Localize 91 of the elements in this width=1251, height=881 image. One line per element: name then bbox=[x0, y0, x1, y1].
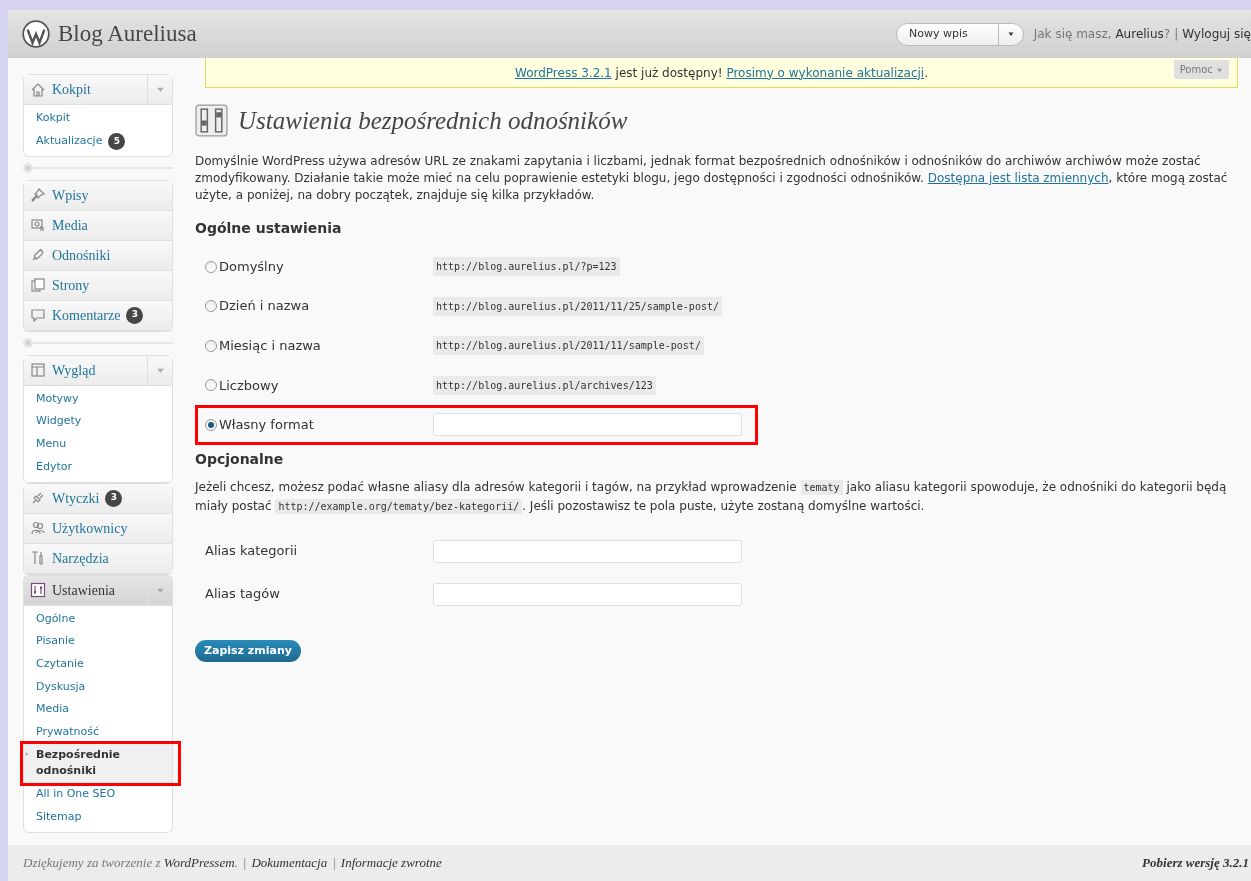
caret-icon bbox=[1006, 30, 1015, 38]
sidebar-nav-entry[interactable]: Odnośniki bbox=[24, 240, 172, 271]
separator: | bbox=[242, 854, 247, 873]
field-label: Alias tagów bbox=[205, 585, 281, 604]
section-heading: Ogólne ustawienia bbox=[195, 220, 343, 237]
submenu-item[interactable]: Dyskusja bbox=[24, 675, 172, 699]
collapse-button[interactable] bbox=[23, 337, 33, 348]
optional-paragraph: Jeżeli chcesz, możesz podać własne aliasy dla adresów kategorii i tagów, na przykład wprowadzenie tematy jako aliasu kategorii spowoduje, że odnośniki do kategorii będą miały postać http://example.org/tematy/bez-kategorii/ . Jeśli pozostawisz te pola puste, użyte zostaną domyślne wartości. bbox=[195, 478, 1228, 516]
option-label: Własny format bbox=[219, 416, 315, 435]
example-url: http://blog.aurelius.pl/archives/123 bbox=[433, 375, 656, 395]
submenu-item[interactable]: Kokpit bbox=[24, 107, 172, 130]
submenu-item[interactable]: Motywy bbox=[24, 387, 172, 411]
submenu-item[interactable]: Widgety bbox=[24, 410, 172, 434]
user-name[interactable]: Aurelius bbox=[1115, 27, 1164, 41]
logout-link[interactable]: Wyloguj się bbox=[1182, 27, 1251, 41]
option-label: Liczbowy bbox=[219, 376, 280, 395]
sidebar-nav-entry[interactable]: Media bbox=[24, 210, 172, 241]
logo-icon bbox=[22, 20, 50, 48]
option-label: Domyślny bbox=[219, 257, 285, 276]
submenu-item[interactable]: Bezpośrednie odnośniki bbox=[24, 743, 172, 784]
new-post-dropdown[interactable]: Nowy wpis bbox=[896, 22, 1024, 46]
sidebar-nav-entry[interactable]: Kokpit bbox=[24, 75, 172, 105]
submenu-item[interactable]: Edytor bbox=[24, 455, 172, 479]
users-icon bbox=[30, 520, 46, 536]
radio-button[interactable] bbox=[205, 300, 217, 313]
sidebar-nav-entry[interactable]: Wtyczki 3 bbox=[24, 483, 172, 514]
submenu-item[interactable]: Prywatność bbox=[24, 721, 172, 744]
update-link[interactable]: Pobierz wersję 3.2.1 bbox=[1142, 853, 1251, 873]
media-icon bbox=[30, 217, 46, 234]
sliders-icon bbox=[30, 582, 46, 598]
submenu-item[interactable]: Ogólne bbox=[24, 607, 172, 631]
intro-paragraph: Domyślnie WordPress używa adresów URL ze znakami zapytania i liczbami, jednak format bezpośrednich odnośników i odnośników do archiwów archiwów może zostać zmodyfikowany. Działanie takie może mieć na celu poprawienie estetyki blogu, jego dostępności i zgodności odnośników. Dostępna jest lista zmiennych, które mogą zostać użyte, a poniżej, na dobry początek, znajduje się kilka przykładów. bbox=[195, 153, 1229, 204]
submenu-item[interactable]: Aktualizacje 5 bbox=[24, 129, 172, 153]
sidebar-nav-entry[interactable]: Wygląd bbox=[24, 355, 172, 386]
count-badge: 5 bbox=[108, 132, 126, 150]
count-badge: 3 bbox=[105, 489, 123, 507]
submenu-item[interactable]: Pisanie bbox=[24, 630, 172, 653]
collapse-icon bbox=[24, 338, 32, 347]
site-title[interactable]: Blog Aureliusa bbox=[58, 16, 197, 52]
pin-icon bbox=[30, 187, 46, 204]
dropdown-icon bbox=[155, 85, 165, 94]
plug-icon bbox=[30, 490, 46, 506]
save-button[interactable]: Zapisz zmiany bbox=[195, 639, 301, 663]
submenu-item[interactable]: Sitemap bbox=[24, 805, 172, 829]
submenu-item[interactable]: All in One SEO bbox=[24, 783, 172, 806]
sidebar-nav-entry[interactable]: Strony bbox=[24, 270, 172, 301]
greeting-mark: ? bbox=[1163, 27, 1171, 41]
text-field[interactable] bbox=[433, 582, 742, 606]
help-tab[interactable]: Pomoc bbox=[1173, 60, 1229, 79]
sidebar-nav-entry[interactable]: Ustawienia bbox=[24, 575, 172, 606]
credit-link[interactable]: WordPressem bbox=[163, 855, 235, 871]
option-label: Dzień i nazwa bbox=[219, 297, 311, 316]
radio-button[interactable] bbox=[205, 260, 217, 273]
greeting-text: Jak się masz, bbox=[1033, 27, 1113, 41]
house-icon bbox=[30, 81, 46, 98]
caret-icon bbox=[1216, 66, 1223, 74]
radio-button[interactable] bbox=[205, 379, 217, 392]
help-link[interactable]: Dostępna jest lista zmiennych bbox=[927, 171, 1109, 185]
notice-link[interactable]: Prosimy o wykonanie aktualizacji bbox=[726, 63, 925, 82]
structure-field[interactable] bbox=[433, 413, 742, 437]
footer-credit: Dziękujemy za tworzenie z WordPressem. bbox=[23, 854, 238, 873]
footer-link[interactable]: Dokumentacja bbox=[251, 853, 328, 873]
notice-link[interactable]: WordPress 3.2.1 bbox=[515, 63, 612, 82]
sidebar-nav-entry[interactable]: Użytkownicy bbox=[24, 513, 172, 544]
layout-icon bbox=[30, 362, 46, 379]
footer-link[interactable]: Informacje zwrotne bbox=[340, 853, 442, 873]
section-heading: Opcjonalne bbox=[195, 450, 285, 468]
speech-bubble-icon bbox=[30, 307, 46, 324]
text-field[interactable] bbox=[433, 539, 742, 563]
radio-button[interactable] bbox=[205, 418, 217, 431]
example-url: http://blog.aurelius.pl/?p=123 bbox=[433, 257, 620, 277]
collapse-icon bbox=[24, 163, 32, 172]
submenu-item[interactable]: Czytanie bbox=[24, 652, 172, 676]
radio-button[interactable] bbox=[205, 339, 217, 352]
submenu-item[interactable]: Media bbox=[24, 698, 172, 722]
sidebar-nav-entry[interactable]: Wpisy bbox=[24, 180, 172, 211]
sidebar-nav-entry[interactable]: Narzędzia bbox=[24, 543, 172, 574]
example-url: http://blog.aurelius.pl/2011/11/sample-post/ bbox=[433, 336, 704, 356]
sidebar-nav-entry[interactable]: Komentarze 3 bbox=[24, 300, 172, 331]
collapse-button[interactable] bbox=[23, 162, 33, 173]
page-title: Ustawienia bezpośrednich odnośników bbox=[238, 105, 628, 136]
field-label: Alias kategorii bbox=[205, 542, 299, 561]
count-badge: 3 bbox=[126, 306, 144, 324]
separator: | bbox=[332, 854, 336, 873]
example-url: http://blog.aurelius.pl/2011/11/25/sample-post/ bbox=[433, 296, 722, 316]
pages-icon bbox=[30, 277, 46, 294]
submenu-item[interactable]: Menu bbox=[24, 433, 172, 456]
separator: | bbox=[1174, 27, 1179, 41]
tools-icon bbox=[30, 550, 46, 566]
settings-icon bbox=[195, 104, 228, 137]
option-label: Miesiąc i nazwa bbox=[219, 337, 322, 356]
